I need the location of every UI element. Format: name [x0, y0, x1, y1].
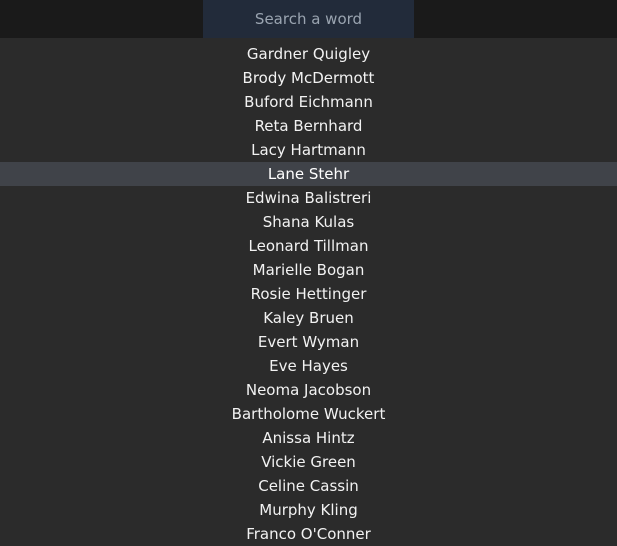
- list-item[interactable]: Eve Hayes: [0, 354, 617, 378]
- list-item[interactable]: Neoma Jacobson: [0, 378, 617, 402]
- list-item[interactable]: Marielle Bogan: [0, 258, 617, 282]
- list-item[interactable]: Anissa Hintz: [0, 426, 617, 450]
- list-item[interactable]: Kaley Bruen: [0, 306, 617, 330]
- list-item[interactable]: Shana Kulas: [0, 210, 617, 234]
- list-item[interactable]: Evert Wyman: [0, 330, 617, 354]
- list-item[interactable]: Vickie Green: [0, 450, 617, 474]
- list-item[interactable]: Lane Stehr: [0, 162, 617, 186]
- list-item[interactable]: Leonard Tillman: [0, 234, 617, 258]
- list-item[interactable]: Brody McDermott: [0, 66, 617, 90]
- list-item[interactable]: Reta Bernhard: [0, 114, 617, 138]
- list-item[interactable]: Celine Cassin: [0, 474, 617, 498]
- list-item[interactable]: Bartholome Wuckert: [0, 402, 617, 426]
- search-bar-strip: [0, 0, 617, 38]
- search-word-app: Gardner QuigleyBrody McDermottBuford Eic…: [0, 0, 617, 546]
- list-item[interactable]: Buford Eichmann: [0, 90, 617, 114]
- search-input[interactable]: [203, 0, 414, 38]
- list-item[interactable]: Murphy Kling: [0, 498, 617, 522]
- list-item[interactable]: Rosie Hettinger: [0, 282, 617, 306]
- list-item[interactable]: Edwina Balistreri: [0, 186, 617, 210]
- list-item[interactable]: Gardner Quigley: [0, 42, 617, 66]
- list-item[interactable]: Franco O'Conner: [0, 522, 617, 546]
- results-list[interactable]: Gardner Quigley Brody McDermott Buford Eic…: [0, 38, 617, 546]
- list-item[interactable]: Lacy Hartmann: [0, 138, 617, 162]
